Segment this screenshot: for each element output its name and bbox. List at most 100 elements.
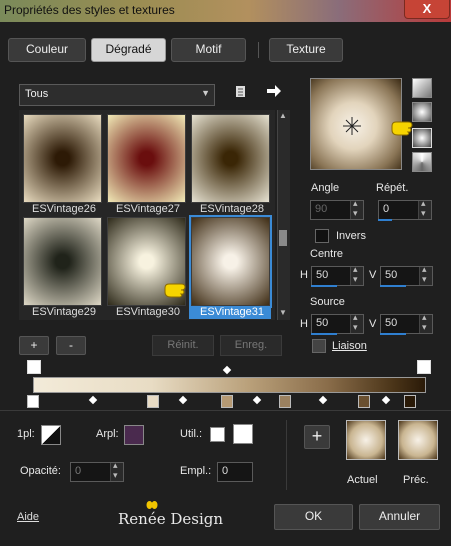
color-stop[interactable]	[279, 395, 291, 408]
hand-pointer-icon	[390, 116, 414, 138]
scrollbar-thumb[interactable]	[279, 230, 287, 246]
util-swatch[interactable]	[233, 424, 253, 444]
gradient-thumb-28[interactable]: ESVintage28	[191, 114, 270, 215]
center-v-fill	[380, 285, 406, 287]
empl-field[interactable]: 0	[217, 462, 253, 482]
source-v-label: V	[369, 318, 377, 330]
renee-design-logo: Renée Design	[118, 510, 224, 528]
remove-gradient-button[interactable]: -	[56, 336, 86, 355]
gradient-thumb-26[interactable]: ESVintage26	[23, 114, 102, 215]
center-h-arrows[interactable]	[350, 264, 363, 285]
source-h-stepper[interactable]: 50	[311, 312, 364, 334]
center-v-label: V	[369, 269, 377, 281]
gradient-label: ESVintage30	[115, 306, 181, 318]
link-checkbox[interactable]	[312, 339, 326, 353]
repeat-label: Répét.	[376, 182, 409, 194]
center-target-icon[interactable]	[343, 117, 361, 135]
source-v-stepper[interactable]: 50	[380, 312, 433, 334]
radial-style-button[interactable]	[412, 128, 432, 148]
save-button[interactable]: Enreg.	[220, 335, 282, 356]
gradient-thumb-31[interactable]: ESVintage31	[189, 215, 272, 318]
cancel-button[interactable]: Annuler	[359, 504, 440, 530]
add-gradient-button[interactable]: +	[19, 336, 49, 355]
opacity-label: Opacité:	[20, 465, 61, 477]
color-stop[interactable]	[27, 395, 39, 408]
top-right-stop[interactable]	[417, 360, 431, 374]
gradient-preview[interactable]	[310, 78, 402, 170]
opacity-midpoint[interactable]	[222, 365, 232, 375]
add-stop-button[interactable]: +	[304, 425, 330, 449]
gradient-thumb-27[interactable]: ESVintage27	[107, 114, 186, 215]
pl-label: 1pl:	[17, 428, 35, 440]
color-stop[interactable]	[358, 395, 370, 408]
tab-couleur[interactable]: Couleur	[8, 38, 86, 62]
empl-value: 0	[222, 465, 229, 477]
previous-gradient-swatch[interactable]	[398, 420, 438, 460]
color-midpoint[interactable]	[252, 395, 262, 405]
gradient-label: ESVintage29	[31, 306, 97, 318]
color-midpoint[interactable]	[318, 395, 328, 405]
tab-motif[interactable]: Motif	[171, 38, 246, 62]
center-v-stepper[interactable]: 50	[380, 264, 433, 286]
chevron-down-icon: ▼	[201, 88, 210, 98]
angle-spin-arrows[interactable]	[350, 198, 363, 219]
link-label: Liaison	[332, 340, 367, 352]
category-value: Tous	[25, 88, 49, 100]
angle-stepper[interactable]: 90	[310, 198, 364, 220]
tab-degrade[interactable]: Dégradé	[91, 38, 166, 62]
opacity-value: 0	[75, 465, 82, 477]
color-stop[interactable]	[147, 395, 159, 408]
close-button[interactable]: X	[404, 0, 450, 19]
gradient-thumb-29[interactable]: ESVintage29	[23, 217, 102, 318]
empl-label: Empl.:	[180, 465, 212, 477]
gradient-bar[interactable]	[33, 377, 426, 393]
util-swatch-small[interactable]	[210, 427, 225, 442]
current-gradient-swatch[interactable]	[346, 420, 386, 460]
scroll-down-icon[interactable]: ▼	[279, 308, 287, 317]
source-v-value: 50	[385, 317, 398, 329]
source-v-arrows[interactable]	[419, 312, 432, 333]
color-stop[interactable]	[221, 395, 233, 408]
sunburst-style-button[interactable]	[412, 152, 432, 172]
invert-checkbox[interactable]	[315, 229, 329, 243]
invert-label: Invers	[336, 230, 366, 242]
color-midpoint[interactable]	[178, 395, 188, 405]
rectangular-style-button[interactable]	[412, 102, 432, 122]
pushpin-icon[interactable]	[234, 84, 248, 100]
source-h-arrows[interactable]	[350, 312, 363, 333]
window-title: Propriétés des styles et textures	[4, 3, 175, 17]
ok-button[interactable]: OK	[274, 504, 353, 530]
gradient-label: ESVintage27	[115, 203, 181, 215]
gradient-label: ESVintage28	[199, 203, 265, 215]
center-v-arrows[interactable]	[419, 264, 432, 285]
foreground-color-swatch[interactable]	[41, 425, 61, 445]
tab-texture[interactable]: Texture	[269, 38, 343, 62]
source-h-value: 50	[316, 317, 329, 329]
opacity-arrows[interactable]	[110, 460, 123, 481]
color-midpoint[interactable]	[88, 395, 98, 405]
scroll-up-icon[interactable]: ▲	[279, 111, 287, 120]
reset-button[interactable]: Réinit.	[152, 335, 214, 356]
repeat-spin-arrows[interactable]	[418, 198, 431, 219]
source-v-fill	[380, 333, 406, 335]
repeat-stepper[interactable]: 0	[378, 198, 432, 220]
linear-style-button[interactable]	[412, 78, 432, 98]
opacity-stepper[interactable]: 0	[70, 460, 124, 482]
separator	[0, 410, 451, 411]
background-color-swatch[interactable]	[124, 425, 144, 445]
arrow-right-icon[interactable]	[266, 84, 282, 98]
gallery-scrollbar[interactable]: ▲ ▼	[277, 110, 290, 320]
color-midpoint[interactable]	[381, 395, 391, 405]
center-v-value: 50	[385, 269, 398, 281]
help-link[interactable]: Aide	[17, 511, 39, 523]
repeat-slider-fill	[378, 219, 392, 221]
center-h-stepper[interactable]: 50	[311, 264, 364, 286]
source-label: Source	[310, 296, 345, 308]
category-dropdown[interactable]: Tous ▼	[19, 84, 215, 106]
color-stop[interactable]	[404, 395, 416, 408]
top-left-stop[interactable]	[27, 360, 41, 374]
hand-pointer-icon	[163, 278, 187, 300]
center-label: Centre	[310, 248, 344, 260]
source-h-label: H	[300, 318, 308, 330]
angle-label: Angle	[311, 182, 340, 194]
